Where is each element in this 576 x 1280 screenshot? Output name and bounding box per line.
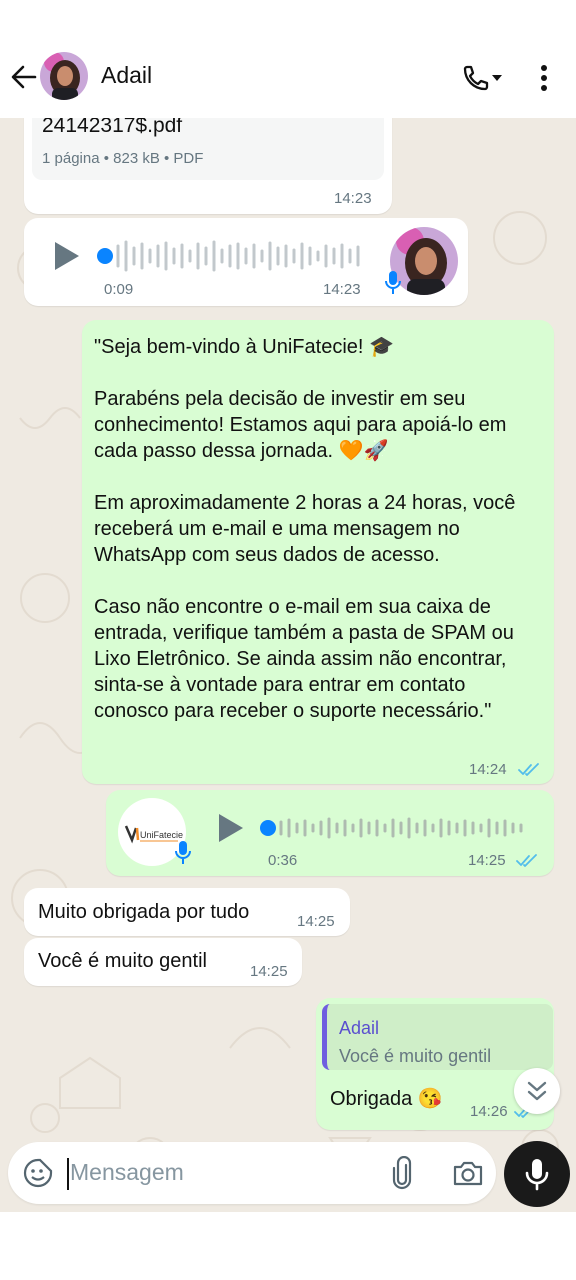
file-message[interactable]: 24142317$.pdf 1 página • 823 kB • PDF 14… xyxy=(24,118,392,214)
attach-icon[interactable] xyxy=(390,1156,414,1190)
message-time: 14:25 xyxy=(250,963,288,980)
mic-button[interactable] xyxy=(504,1141,570,1207)
message-text: Você é muito gentil xyxy=(38,950,207,972)
read-ticks-icon xyxy=(518,763,539,776)
sticker-icon[interactable] xyxy=(22,1157,54,1189)
message-composer: Mensagem xyxy=(8,1142,496,1204)
message-time: 14:23 xyxy=(323,281,361,298)
message-time: 14:26 xyxy=(470,1103,508,1120)
quoted-sender: Adail xyxy=(339,1018,380,1038)
text-cursor xyxy=(67,1158,69,1190)
double-chevron-down-icon xyxy=(527,1081,547,1101)
text-message-incoming[interactable]: Você é muito gentil 14:25 xyxy=(24,938,302,986)
mic-icon xyxy=(525,1159,549,1191)
play-icon[interactable] xyxy=(216,812,246,844)
mic-badge-icon xyxy=(385,271,401,294)
scroll-to-bottom-button[interactable] xyxy=(514,1068,560,1114)
file-card[interactable]: 24142317$.pdf 1 página • 823 kB • PDF xyxy=(32,118,384,180)
bottom-spacer xyxy=(0,1212,576,1280)
phone-call-icon[interactable] xyxy=(462,64,506,94)
back-arrow-icon[interactable] xyxy=(8,60,38,94)
contact-name[interactable]: Adail xyxy=(101,62,152,89)
read-ticks-icon xyxy=(516,854,537,867)
camera-icon[interactable] xyxy=(452,1159,484,1187)
audio-duration: 0:09 xyxy=(104,281,134,298)
text-message-incoming[interactable]: Muito obrigada por tudo 14:25 xyxy=(24,888,350,936)
message-text: Muito obrigada por tudo xyxy=(38,901,250,923)
mic-badge-icon xyxy=(175,841,191,864)
message-text: "Seja bem-vindo à UniFatecie! 🎓 Parabéns… xyxy=(94,336,516,722)
more-vert-icon[interactable] xyxy=(532,62,556,94)
message-input[interactable]: Mensagem xyxy=(70,1159,184,1186)
message-time: 14:25 xyxy=(468,852,506,869)
quoted-text: Você é muito gentil xyxy=(339,1046,492,1066)
audio-message-outgoing: UniFatecie 0:36 14:25 xyxy=(106,790,554,876)
audio-duration: 0:36 xyxy=(268,852,298,869)
logo-text: UniFatecie xyxy=(140,830,183,840)
message-time: 14:25 xyxy=(297,913,335,930)
message-time: 14:23 xyxy=(334,190,372,207)
avatar[interactable] xyxy=(40,52,88,100)
welcome-message[interactable]: "Seja bem-vindo à UniFatecie! 🎓 Parabéns… xyxy=(82,320,554,784)
quoted-message[interactable]: Adail Você é muito gentil xyxy=(322,1004,553,1070)
chat-header: Adail xyxy=(0,0,576,118)
audio-waveform[interactable] xyxy=(259,810,529,846)
message-time: 14:24 xyxy=(469,761,507,778)
message-text: Obrigada 😘 xyxy=(330,1088,443,1110)
file-name: 24142317$.pdf xyxy=(42,118,183,137)
chat-area: 24142317$.pdf 1 página • 823 kB • PDF 14… xyxy=(0,118,576,1212)
audio-waveform[interactable] xyxy=(96,238,366,274)
file-meta: 1 página • 823 kB • PDF xyxy=(42,150,204,167)
play-icon[interactable] xyxy=(52,240,82,272)
audio-message-incoming: 0:09 14:23 xyxy=(24,218,468,306)
